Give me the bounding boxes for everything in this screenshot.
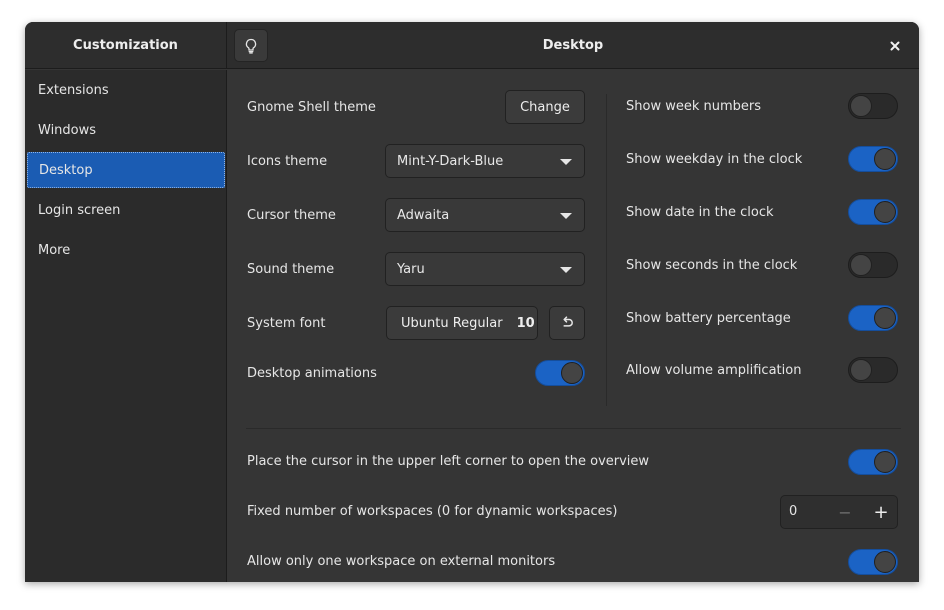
seconds-clock-toggle[interactable] bbox=[848, 252, 898, 278]
toggle-knob bbox=[874, 148, 896, 170]
column-divider bbox=[606, 94, 607, 406]
one-workspace-label: Allow only one workspace on external mon… bbox=[247, 554, 556, 569]
sound-theme-dropdown[interactable]: Yaru bbox=[385, 252, 585, 286]
system-font-name: Ubuntu Regular bbox=[401, 315, 503, 331]
desktop-animations-label: Desktop animations bbox=[247, 366, 377, 381]
battery-percentage-toggle[interactable] bbox=[848, 305, 898, 331]
page-title: Desktop bbox=[542, 38, 604, 53]
icons-theme-label: Icons theme bbox=[247, 154, 328, 169]
workspaces-spinbutton[interactable]: 0 − + bbox=[780, 495, 898, 529]
chevron-down-icon bbox=[560, 267, 572, 273]
volume-amplification-toggle[interactable] bbox=[848, 357, 898, 383]
toggle-knob bbox=[850, 359, 872, 381]
workspaces-value[interactable]: 0 bbox=[789, 504, 797, 519]
close-icon bbox=[890, 41, 900, 51]
decrement-button[interactable]: − bbox=[827, 496, 863, 528]
sound-theme-label: Sound theme bbox=[247, 262, 335, 277]
week-numbers-label: Show week numbers bbox=[626, 99, 762, 114]
increment-button[interactable]: + bbox=[863, 496, 897, 528]
toggle-knob bbox=[850, 95, 872, 117]
desktop-animations-toggle[interactable] bbox=[535, 360, 585, 386]
toggle-knob bbox=[874, 451, 896, 473]
date-clock-label: Show date in the clock bbox=[626, 205, 774, 220]
header-bar: Customization Desktop bbox=[25, 22, 919, 69]
week-numbers-toggle[interactable] bbox=[848, 93, 898, 119]
cursor-theme-dropdown[interactable]: Adwaita bbox=[385, 198, 585, 232]
close-button[interactable] bbox=[885, 36, 905, 56]
cursor-theme-label: Cursor theme bbox=[247, 208, 336, 223]
toggle-knob bbox=[850, 254, 872, 276]
date-clock-toggle[interactable] bbox=[848, 199, 898, 225]
system-font-button[interactable]: Ubuntu Regular 10 bbox=[386, 306, 538, 340]
battery-percentage-label: Show battery percentage bbox=[626, 311, 791, 326]
chevron-down-icon bbox=[560, 213, 572, 219]
app-window: Customization Desktop Extensions Windows… bbox=[25, 22, 919, 582]
chevron-down-icon bbox=[560, 159, 572, 165]
shell-theme-label: Gnome Shell theme bbox=[247, 100, 376, 115]
toggle-knob bbox=[561, 362, 583, 384]
system-font-label: System font bbox=[247, 316, 326, 331]
icons-theme-value: Mint-Y-Dark-Blue bbox=[397, 153, 504, 169]
sidebar-item-more[interactable]: More bbox=[27, 232, 225, 268]
app-title: Customization bbox=[73, 38, 178, 53]
sidebar-header: Customization bbox=[25, 22, 227, 69]
sidebar-item-login-screen[interactable]: Login screen bbox=[27, 192, 225, 228]
lightbulb-icon bbox=[245, 38, 257, 54]
toggle-knob bbox=[874, 307, 896, 329]
workspaces-label: Fixed number of workspaces (0 for dynami… bbox=[247, 504, 618, 519]
undo-icon bbox=[563, 316, 573, 327]
seconds-clock-label: Show seconds in the clock bbox=[626, 258, 798, 273]
section-divider bbox=[246, 428, 901, 429]
cursor-theme-value: Adwaita bbox=[397, 207, 450, 223]
reset-font-button[interactable] bbox=[549, 306, 585, 340]
toggle-knob bbox=[874, 201, 896, 223]
weekday-clock-toggle[interactable] bbox=[848, 146, 898, 172]
volume-amplification-label: Allow volume amplification bbox=[626, 363, 802, 378]
system-font-size: 10 bbox=[516, 315, 535, 331]
toggle-knob bbox=[874, 551, 896, 573]
tips-button[interactable] bbox=[234, 29, 268, 62]
weekday-clock-label: Show weekday in the clock bbox=[626, 152, 803, 167]
settings-content: Gnome Shell theme Change Icons theme Min… bbox=[228, 70, 919, 582]
hot-corner-label: Place the cursor in the upper left corne… bbox=[247, 454, 650, 469]
hot-corner-toggle[interactable] bbox=[848, 449, 898, 475]
sound-theme-value: Yaru bbox=[397, 261, 425, 277]
sidebar: Extensions Windows Desktop Login screen … bbox=[25, 70, 227, 582]
icons-theme-dropdown[interactable]: Mint-Y-Dark-Blue bbox=[385, 144, 585, 178]
sidebar-item-desktop[interactable]: Desktop bbox=[27, 152, 225, 188]
one-workspace-toggle[interactable] bbox=[848, 549, 898, 575]
change-shell-theme-button[interactable]: Change bbox=[505, 90, 585, 124]
sidebar-item-windows[interactable]: Windows bbox=[27, 112, 225, 148]
sidebar-item-extensions[interactable]: Extensions bbox=[27, 72, 225, 108]
